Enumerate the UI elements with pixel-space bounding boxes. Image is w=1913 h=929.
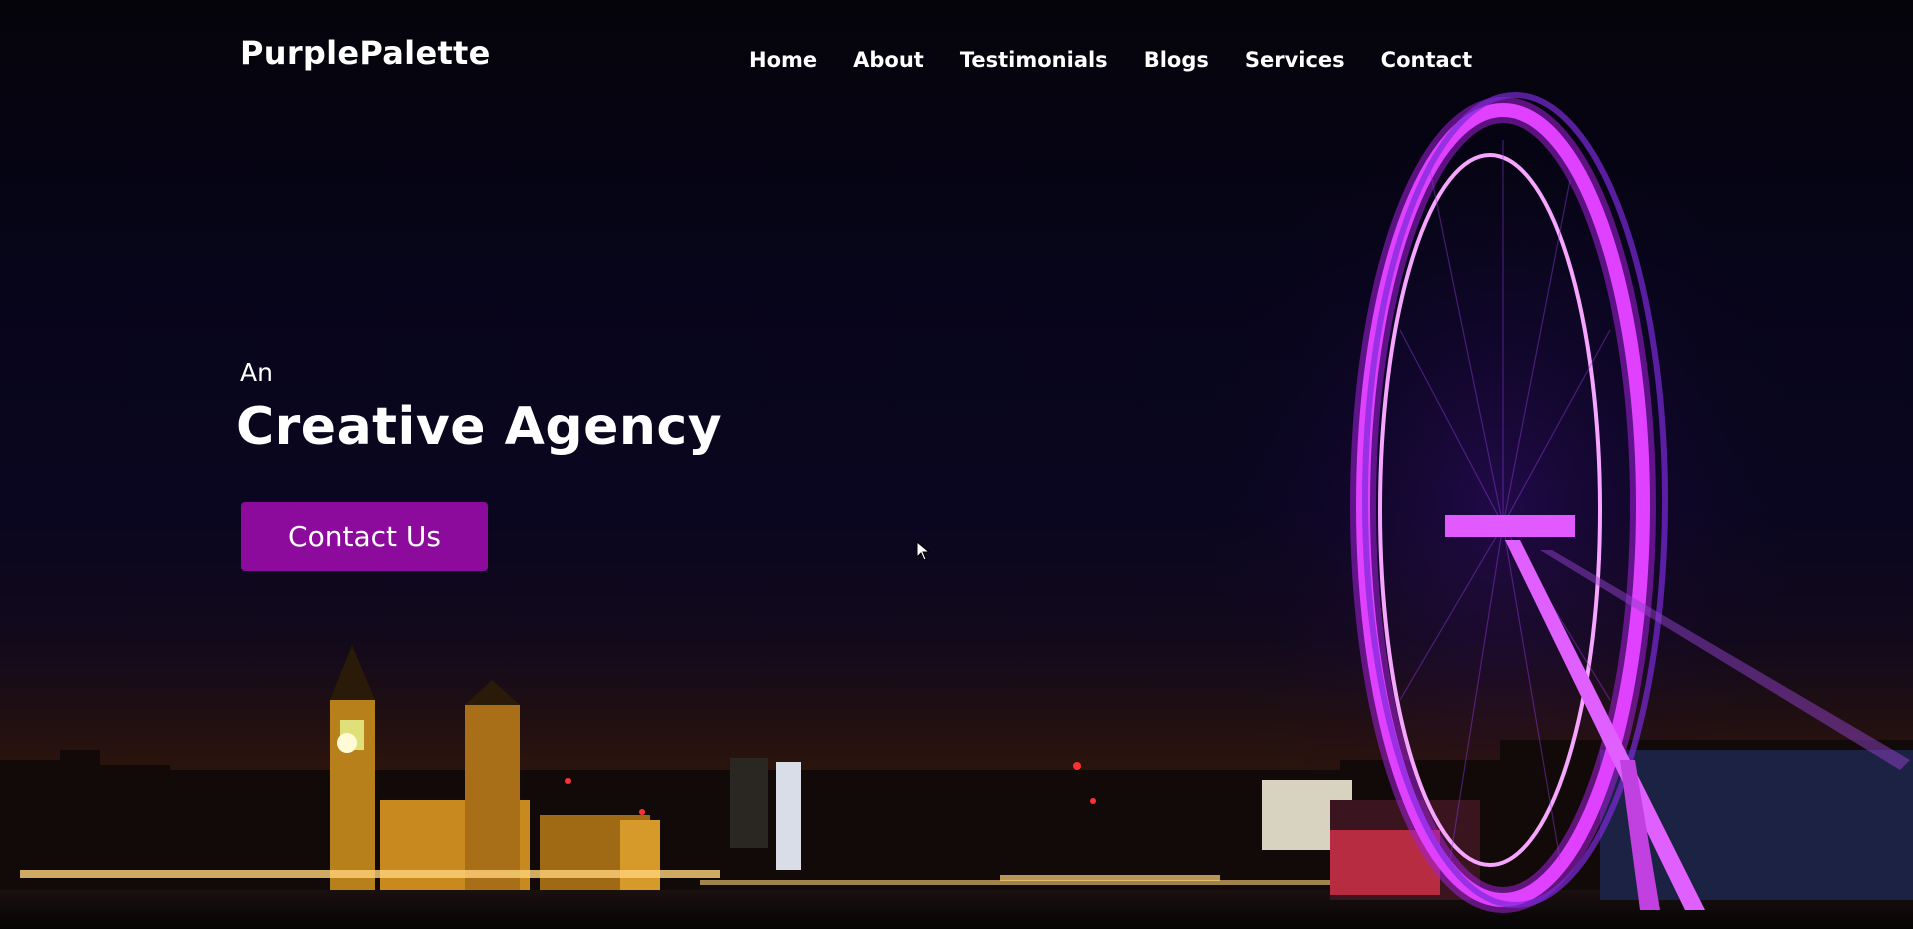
mouse-pointer-icon xyxy=(916,541,930,561)
hero-pretitle: An xyxy=(240,358,273,387)
hero-text: An Creative Agency xyxy=(236,358,722,457)
nav-menu: Home About Testimonials Blogs Services C… xyxy=(749,48,1508,72)
nav-item-services[interactable]: Services xyxy=(1245,48,1345,72)
contact-us-button[interactable]: Contact Us xyxy=(241,502,488,571)
nav-item-blogs[interactable]: Blogs xyxy=(1144,48,1209,72)
nav-item-about[interactable]: About xyxy=(853,48,924,72)
page: PurplePalette Home About Testimonials Bl… xyxy=(0,0,1913,929)
brand-logo[interactable]: PurplePalette xyxy=(240,34,491,72)
nav-item-contact[interactable]: Contact xyxy=(1381,48,1473,72)
hero-background-image xyxy=(0,80,1913,929)
top-navigation: PurplePalette Home About Testimonials Bl… xyxy=(0,0,1913,110)
nav-item-testimonials[interactable]: Testimonials xyxy=(960,48,1108,72)
hero-title: Creative Agency xyxy=(236,397,723,457)
nav-item-home[interactable]: Home xyxy=(749,48,817,72)
